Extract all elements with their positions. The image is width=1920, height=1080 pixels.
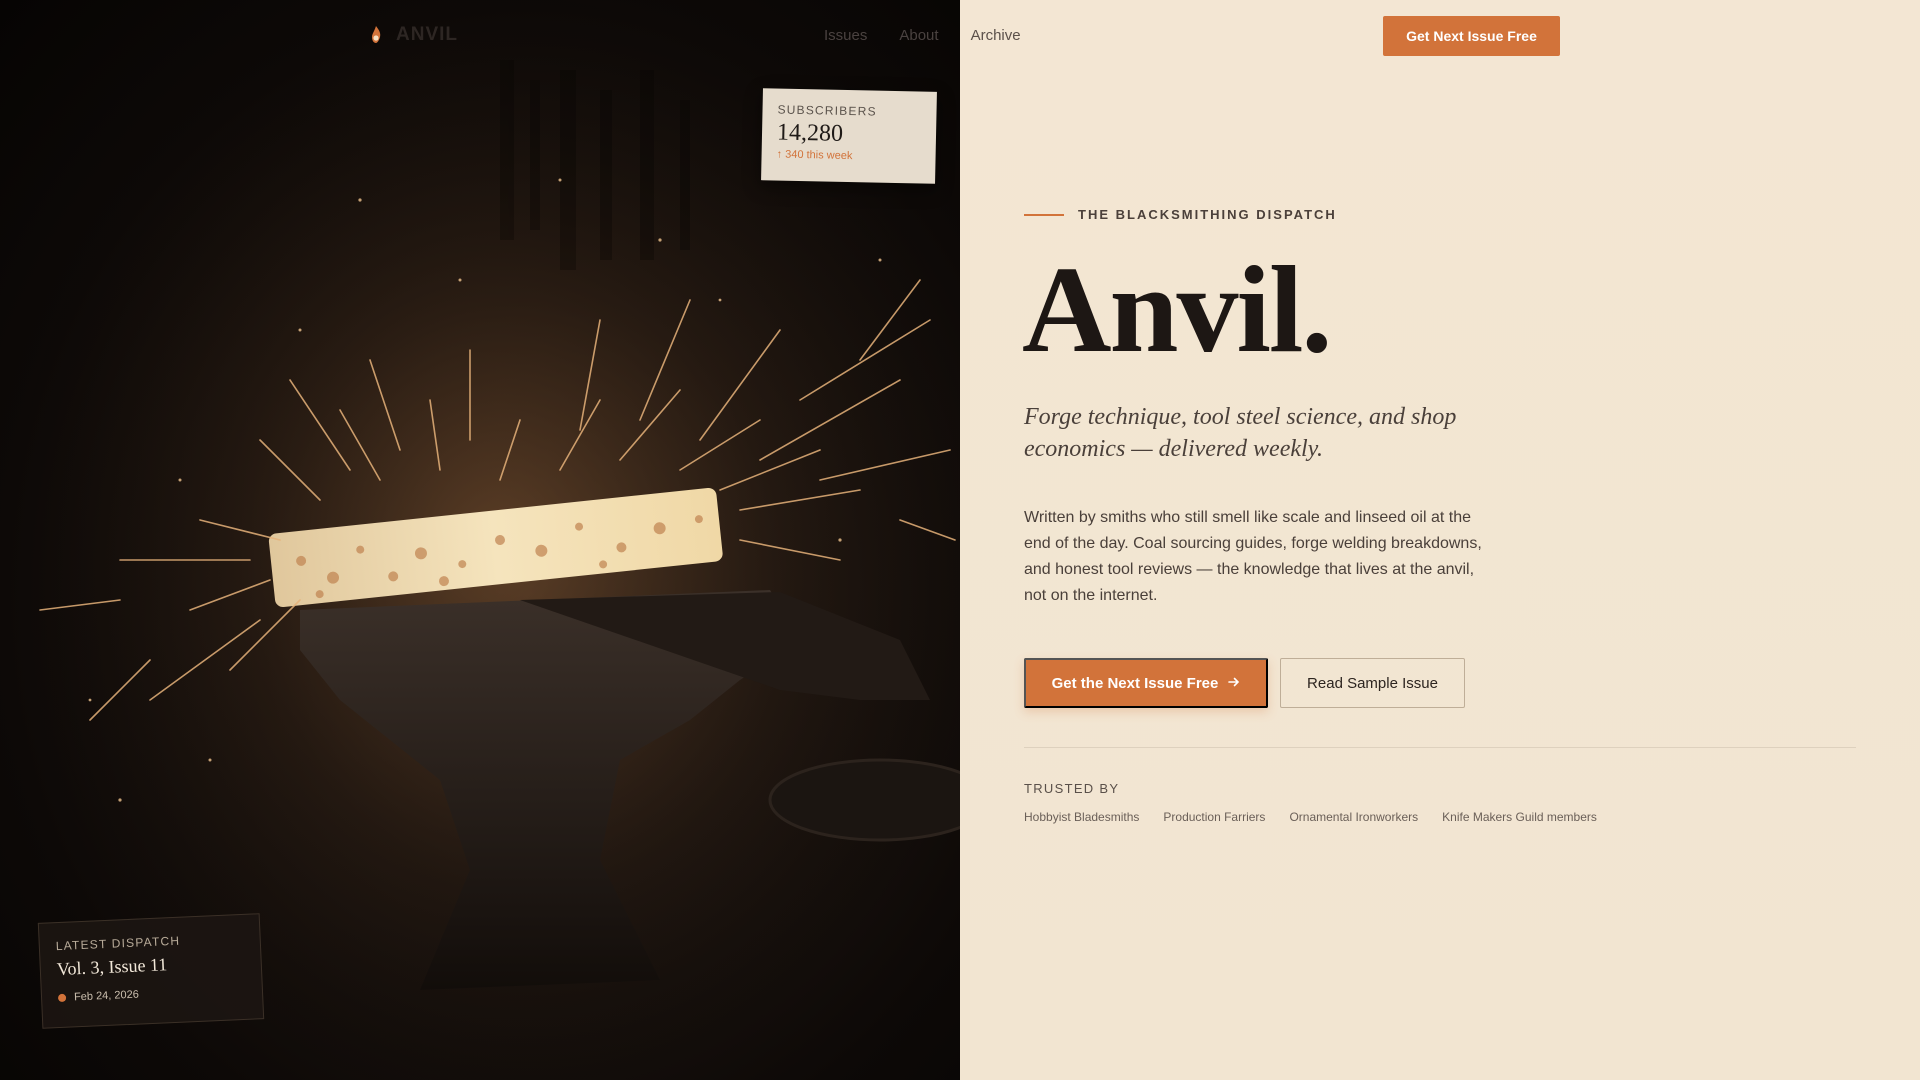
- nav-link-issues[interactable]: Issues: [824, 27, 867, 44]
- body-text: Written by smiths who still smell like s…: [1024, 509, 1482, 604]
- read-sample-button[interactable]: Read Sample Issue: [1280, 658, 1465, 708]
- primary-cta-button[interactable]: Get the Next Issue Free: [1024, 658, 1268, 708]
- page-title: Anvil.: [1022, 241, 1332, 378]
- arrow-right-icon: [1228, 675, 1240, 692]
- nav-link-about[interactable]: About: [899, 27, 938, 44]
- trusted-item: Hobbyist Bladesmiths: [1024, 810, 1140, 824]
- eyebrow-text: THE BLACKSMITHING DISPATCH: [1078, 207, 1337, 222]
- latest-dispatch-title: Vol. 3, Issue 11: [56, 954, 168, 980]
- subscribers-delta: ↑ 340 this week: [776, 148, 853, 163]
- subscribers-card: SUBSCRIBERS 14,280 ↑ 340 this week: [761, 88, 937, 184]
- top-nav: ANVIL Issues About Archive Get Next Issu…: [0, 0, 1920, 72]
- brand-name: ANVIL: [396, 24, 458, 45]
- latest-dispatch-card[interactable]: LATEST DISPATCH Vol. 3, Issue 11 Feb 24,…: [37, 913, 265, 1029]
- status-dot-icon: [57, 993, 67, 1003]
- anvil-flame-icon: [368, 25, 384, 45]
- trusted-item: Knife Makers Guild members: [1442, 810, 1597, 824]
- trusted-item: Production Farriers: [1163, 810, 1266, 824]
- divider: [1024, 747, 1856, 748]
- nav-links: Issues About Archive: [824, 27, 1021, 44]
- nav-cta-button[interactable]: Get Next Issue Free: [1383, 16, 1560, 56]
- primary-cta-label: Get the Next Issue Free: [1051, 674, 1219, 692]
- latest-dispatch-date-row: Feb 24, 2026: [57, 984, 246, 1004]
- eyebrow-rule: [1024, 213, 1064, 216]
- trusted-by-label: TRUSTED BY: [1024, 781, 1120, 796]
- subheadline: Forge technique, tool steel science, and…: [1024, 404, 1457, 462]
- eyebrow: THE BLACKSMITHING DISPATCH: [1024, 207, 1337, 222]
- subscribers-label: SUBSCRIBERS: [777, 102, 877, 119]
- subscribers-count: 14,280: [776, 119, 844, 147]
- trusted-item: Ornamental Ironworkers: [1289, 810, 1419, 824]
- trusted-by-list: Hobbyist Bladesmiths Production Farriers…: [1024, 810, 1597, 824]
- latest-dispatch-date: Feb 24, 2026: [73, 988, 140, 1004]
- latest-dispatch-label: LATEST DISPATCH: [55, 933, 181, 954]
- brand[interactable]: ANVIL: [368, 24, 458, 46]
- nav-link-archive[interactable]: Archive: [971, 27, 1021, 44]
